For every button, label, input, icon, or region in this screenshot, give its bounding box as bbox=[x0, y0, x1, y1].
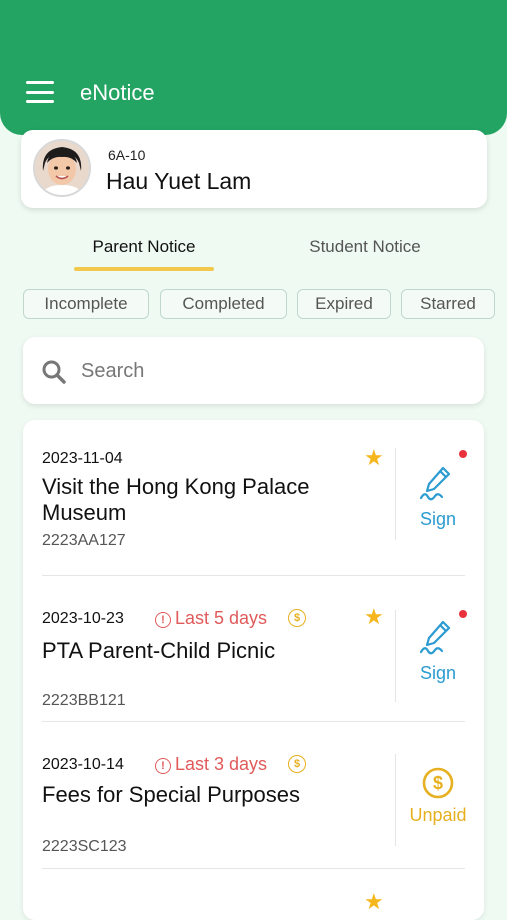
notice-title: Fees for Special Purposes bbox=[42, 782, 301, 807]
filter-starred[interactable]: Starred bbox=[401, 289, 495, 319]
search-bar[interactable] bbox=[23, 337, 484, 404]
days-left-label: Last 3 days bbox=[175, 754, 268, 774]
filter-incomplete[interactable]: Incomplete bbox=[23, 289, 149, 319]
warning-icon: ! bbox=[155, 758, 171, 774]
divider bbox=[395, 448, 396, 540]
active-tab-indicator bbox=[74, 267, 214, 271]
app-title: eNotice bbox=[80, 80, 155, 105]
notice-date: 2023-10-23 bbox=[42, 610, 124, 627]
avatar bbox=[33, 139, 91, 197]
hamburger-menu-icon[interactable] bbox=[26, 81, 54, 103]
notice-date: 2023-10-14 bbox=[42, 756, 124, 773]
star-icon[interactable]: ★ bbox=[364, 889, 384, 915]
sign-label: Sign bbox=[419, 663, 457, 683]
notice-item[interactable]: 2023-10-14 ! Last 3 days $ Fees for Speci… bbox=[23, 722, 484, 868]
days-left-label: Last 5 days bbox=[175, 608, 268, 628]
notice-code: 2223BB121 bbox=[42, 692, 126, 709]
notice-date: 2023-11-04 bbox=[42, 450, 123, 467]
tab-student-notice[interactable]: Student Notice bbox=[296, 237, 434, 257]
notice-item[interactable]: 2023-11-04 Visit the Hong Kong Palace Mu… bbox=[23, 420, 484, 575]
notice-item[interactable]: ★ bbox=[23, 869, 484, 920]
pen-sign-icon bbox=[419, 466, 451, 501]
divider bbox=[395, 754, 396, 846]
student-name: Hau Yuet Lam bbox=[106, 168, 252, 194]
star-icon[interactable]: ★ bbox=[364, 445, 384, 471]
notice-code: 2223SC123 bbox=[42, 838, 127, 855]
deadline-warning: ! Last 5 days bbox=[155, 608, 267, 629]
unread-dot bbox=[459, 450, 467, 458]
unpaid-label: Unpaid bbox=[409, 805, 467, 825]
deadline-warning: ! Last 3 days bbox=[155, 754, 267, 775]
pen-sign-icon bbox=[419, 620, 451, 655]
sign-button[interactable]: Sign bbox=[403, 618, 473, 684]
notice-title: Visit the Hong Kong Palace Museum bbox=[42, 474, 310, 525]
search-icon bbox=[42, 360, 66, 384]
notice-list: 2023-11-04 Visit the Hong Kong Palace Mu… bbox=[23, 420, 484, 920]
student-class-number: 6A-10 bbox=[108, 147, 146, 163]
divider bbox=[395, 610, 396, 702]
filter-expired[interactable]: Expired bbox=[297, 289, 391, 319]
notice-title: PTA Parent-Child Picnic bbox=[42, 638, 276, 663]
tab-parent-notice[interactable]: Parent Notice bbox=[74, 237, 214, 257]
filter-completed[interactable]: Completed bbox=[160, 289, 287, 319]
notice-code: 2223AA127 bbox=[42, 532, 126, 549]
unpaid-button[interactable]: $ Unpaid bbox=[403, 766, 473, 826]
svg-text:$: $ bbox=[433, 773, 443, 793]
sign-button[interactable]: Sign bbox=[403, 464, 473, 530]
app-header: eNotice bbox=[0, 0, 507, 135]
student-profile-card[interactable]: 6A-10 Hau Yuet Lam bbox=[21, 130, 487, 208]
sign-label: Sign bbox=[419, 509, 457, 529]
unread-dot bbox=[459, 610, 467, 618]
dollar-coin-icon: $ bbox=[422, 767, 454, 799]
star-icon[interactable]: ★ bbox=[364, 604, 384, 630]
warning-icon: ! bbox=[155, 612, 171, 628]
fee-coin-icon: $ bbox=[288, 755, 306, 773]
search-input[interactable] bbox=[79, 355, 463, 387]
notice-item[interactable]: 2023-10-23 ! Last 5 days $ PTA Parent-Chi… bbox=[23, 576, 484, 721]
fee-coin-icon: $ bbox=[288, 609, 306, 627]
